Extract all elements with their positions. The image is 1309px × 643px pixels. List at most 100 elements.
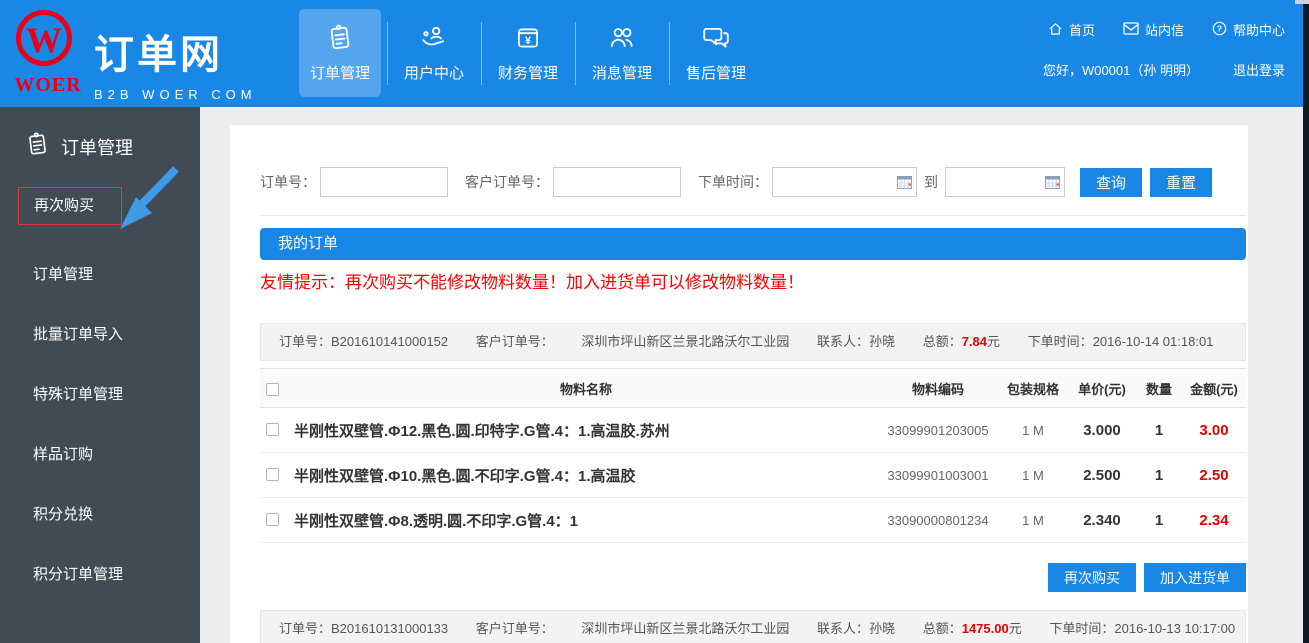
logo-brand-name: WOER [8,74,88,97]
item-qty: 1 [1136,422,1182,439]
customer-order-no-label: 客户订单号： [476,621,554,636]
nav-label: 用户中心 [404,62,464,83]
logout-link[interactable]: 退出登录 [1233,60,1285,79]
sidebar-item-batch-import[interactable]: 批量订单导入 [0,315,200,375]
order-info-bar: 订单号：B201610131000133 客户订单号： 深圳市坪山新区兰景北路沃… [260,610,1246,643]
order-no-label: 订单号： [279,334,331,349]
sidebar-item-points-orders[interactable]: 积分订单管理 [0,555,200,615]
table-row: 半刚性双壁管.Φ8.透明.圆.不印字.G管.4：1 33090000801234… [260,498,1246,543]
table-row: 半刚性双壁管.Φ12.黑色.圆.印特字.G管.4：1.高温胶.苏州 330999… [260,408,1246,453]
woer-logo: W [16,10,72,66]
rebuy-button[interactable]: 再次购买 [1048,563,1136,592]
reset-button[interactable]: 重置 [1150,168,1212,197]
customer-order-no-input[interactable] [553,167,681,197]
date-from-input[interactable] [772,167,917,197]
item-spec: 1 M [998,423,1068,438]
nav-message-management[interactable]: 消息管理 [575,0,669,107]
nav-label: 消息管理 [592,62,652,83]
row-checkbox[interactable] [266,513,279,526]
sidebar-item-label: 再次购买 [34,197,94,214]
sidebar-item-rebuy[interactable]: 再次购买 [18,187,122,225]
sidebar-item-order-management[interactable]: 订单管理 [0,255,200,315]
total-label: 总额： [923,334,962,349]
order-clipboard-icon [24,131,51,163]
svg-text:?: ? [1217,23,1222,33]
item-code: 33090000801234 [878,513,998,528]
item-name: 半刚性双壁管.Φ12.黑色.圆.印特字.G管.4：1.高温胶.苏州 [294,420,878,441]
order-no: B201610131000133 [331,621,448,636]
site-mail-link[interactable]: 站内信 [1123,20,1184,39]
help-center-link[interactable]: ? 帮助中心 [1212,20,1285,39]
row-checkbox[interactable] [266,468,279,481]
item-price: 3.000 [1068,422,1136,439]
sidebar-item-points-exchange[interactable]: 积分兑换 [0,495,200,555]
nav-aftersale-management[interactable]: 售后管理 [669,0,763,107]
select-all-checkbox[interactable] [266,383,279,396]
top-header: W WOER 订单网 B2B WOER COM 订单管理 [0,0,1309,107]
mail-icon [1123,22,1139,38]
nav-user-center[interactable]: 用户中心 [387,0,481,107]
order-total: 1475.00 [962,621,1009,636]
order-total: 7.84 [962,334,987,349]
calendar-icon[interactable] [1045,175,1060,192]
table-header-row: 物料名称 物料编码 包装规格 单价(元) 数量 金额(元) [260,368,1246,408]
home-label: 首页 [1069,20,1095,39]
contact-name: 孙晓 [869,334,895,349]
item-price: 2.340 [1068,512,1136,529]
item-name: 半刚性双壁管.Φ8.透明.圆.不印字.G管.4：1 [294,510,878,531]
nav-label: 售后管理 [686,62,746,83]
friendly-notice: 友情提示：再次购买不能修改物料数量！加入进货单可以修改物料数量！ [260,268,1246,293]
order-items-table: 物料名称 物料编码 包装规格 单价(元) 数量 金额(元) 半刚性双壁管.Φ12… [260,368,1246,543]
order-time-label: 下单时间： [1049,621,1114,636]
col-header-qty: 数量 [1136,379,1182,398]
order-time: 2016-10-13 10:17:00 [1114,621,1235,636]
nav-label: 订单管理 [310,62,370,83]
mail-label: 站内信 [1145,20,1184,39]
site-subtitle: B2B WOER COM [94,87,257,102]
order-time-label: 下单时间： [1028,334,1093,349]
add-to-cart-button[interactable]: 加入进货单 [1144,563,1246,592]
contact-label: 联系人： [817,334,869,349]
col-header-spec: 包装规格 [998,379,1068,398]
order-info-bar: 订单号：B201610141000152 客户订单号： 深圳市坪山新区兰景北路沃… [260,323,1246,361]
people-icon [607,23,637,53]
highlight-arrow-icon [112,159,184,246]
main-nav: 订单管理 用户中心 [293,0,763,107]
item-qty: 1 [1136,467,1182,484]
user-hand-icon [419,23,449,53]
query-button[interactable]: 查询 [1080,168,1142,197]
home-link[interactable]: 首页 [1048,20,1095,39]
delivery-address: 深圳市坪山新区兰景北路沃尔工业园 [581,621,789,636]
finance-box-icon: ¥ [513,23,543,53]
col-header-price: 单价(元) [1068,379,1136,398]
col-header-code: 物料编码 [878,379,998,398]
customer-order-no-label: 客户订单号： [476,334,554,349]
item-qty: 1 [1136,512,1182,529]
sidebar-item-special-orders[interactable]: 特殊订单管理 [0,375,200,435]
order-no-label: 订单号： [279,621,331,636]
order-time-label: 下单时间： [698,172,768,192]
nav-label: 财务管理 [498,62,558,83]
order-search-form: 订单号： 客户订单号： 下单时间： 到 [260,167,1246,197]
svg-text:¥: ¥ [525,35,531,47]
total-label: 总额： [923,621,962,636]
app-screen: W WOER 订单网 B2B WOER COM 订单管理 [0,0,1309,643]
calendar-icon[interactable] [897,175,912,192]
scrollbar[interactable] [1303,0,1309,643]
row-checkbox[interactable] [266,423,279,436]
divider [260,215,1246,216]
sidebar-header: 订单管理 [0,107,200,163]
currency-unit: 元 [1009,621,1022,636]
order-no-label: 订单号： [260,172,316,192]
item-code: 33099901203005 [878,423,998,438]
contact-label: 联系人： [817,621,869,636]
date-to-label: 到 [924,172,938,192]
item-amount: 2.50 [1182,467,1246,484]
item-name: 半刚性双壁管.Φ10.黑色.圆.不印字.G管.4：1.高温胶 [294,465,878,486]
nav-finance-management[interactable]: ¥ 财务管理 [481,0,575,107]
item-price: 2.500 [1068,467,1136,484]
nav-order-management[interactable]: 订单管理 [293,0,387,107]
item-spec: 1 M [998,468,1068,483]
sidebar-item-sample-purchase[interactable]: 样品订购 [0,435,200,495]
order-no-input[interactable] [320,167,448,197]
